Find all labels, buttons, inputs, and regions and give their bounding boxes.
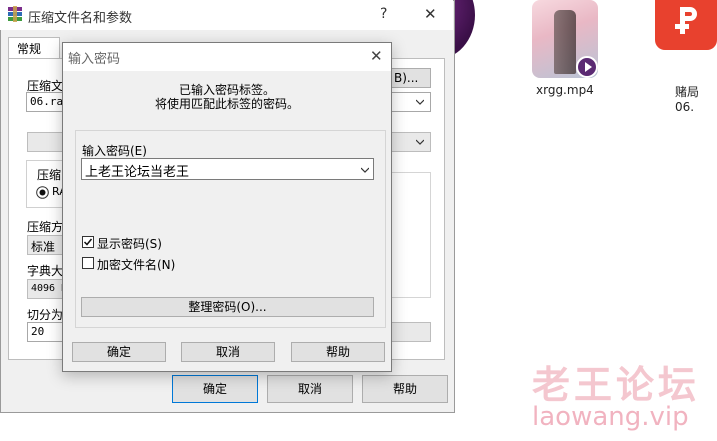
split-label: 切分为 [27,308,64,322]
doc-file-label[interactable]: 赌局06. [675,83,717,114]
watermark-chinese: 老王论坛 [532,363,701,407]
dictionary-select[interactable]: 4096 K [27,279,67,299]
document-logo-icon [675,7,697,34]
split-unit-field[interactable] [391,322,431,342]
archive-ok-button[interactable]: 确定 [172,375,258,403]
encrypt-filenames-label[interactable]: 加密文件名(N) [97,256,175,273]
archive-name-input[interactable]: 06.ra [26,92,66,112]
tab-general[interactable]: 常规 [8,37,60,59]
password-value: 上老王论坛当老王 [85,165,190,180]
winrar-icon [8,6,22,22]
password-ok-button[interactable]: 确定 [72,342,166,362]
browse-button[interactable]: B)... [391,68,431,88]
close-icon[interactable]: ✕ [424,5,437,23]
checkmark-icon [83,238,93,246]
password-cancel-button[interactable]: 取消 [181,342,275,362]
rar-radio-selected-icon[interactable] [36,186,49,199]
organize-passwords-button[interactable]: 整理密码(O)... [81,297,374,317]
show-password-label[interactable]: 显示密码(S) [97,235,162,252]
watermark-url: laowang.vip [532,402,689,432]
method-label: 压缩方 [27,220,64,234]
chevron-down-icon [416,139,424,145]
password-close-icon[interactable]: ✕ [370,47,383,65]
password-help-button[interactable]: 帮助 [291,342,385,362]
profile-select[interactable] [391,132,431,152]
password-info-line2: 将使用匹配此标签的密码。 [154,97,299,111]
profile-field[interactable] [27,132,67,152]
chevron-down-icon [361,167,369,173]
archive-help-button[interactable]: 帮助 [362,375,448,403]
video-file-label[interactable]: xrgg.mp4 [536,83,594,97]
format-group-label: 压缩 [35,166,64,183]
show-password-checkbox[interactable] [82,236,94,248]
archive-dialog-title: 压缩文件名和参数 [28,11,133,26]
options-groupbox [391,172,431,298]
password-dialog-title: 输入密码 [68,52,121,67]
method-select[interactable]: 标准 [27,235,67,255]
password-combobox[interactable]: 上老王论坛当老王 [81,158,374,180]
password-label: 输入密码(E) [82,144,147,158]
pdf-app-icon[interactable] [655,0,717,50]
dictionary-label: 字典大 [27,264,64,278]
encrypt-filenames-checkbox[interactable] [82,257,94,269]
chevron-down-icon [416,99,424,105]
play-icon [576,56,598,78]
help-icon[interactable]: ? [380,6,387,22]
split-input[interactable]: 20 [27,322,67,342]
update-mode-select[interactable] [391,92,431,112]
archive-cancel-button[interactable]: 取消 [267,375,353,403]
